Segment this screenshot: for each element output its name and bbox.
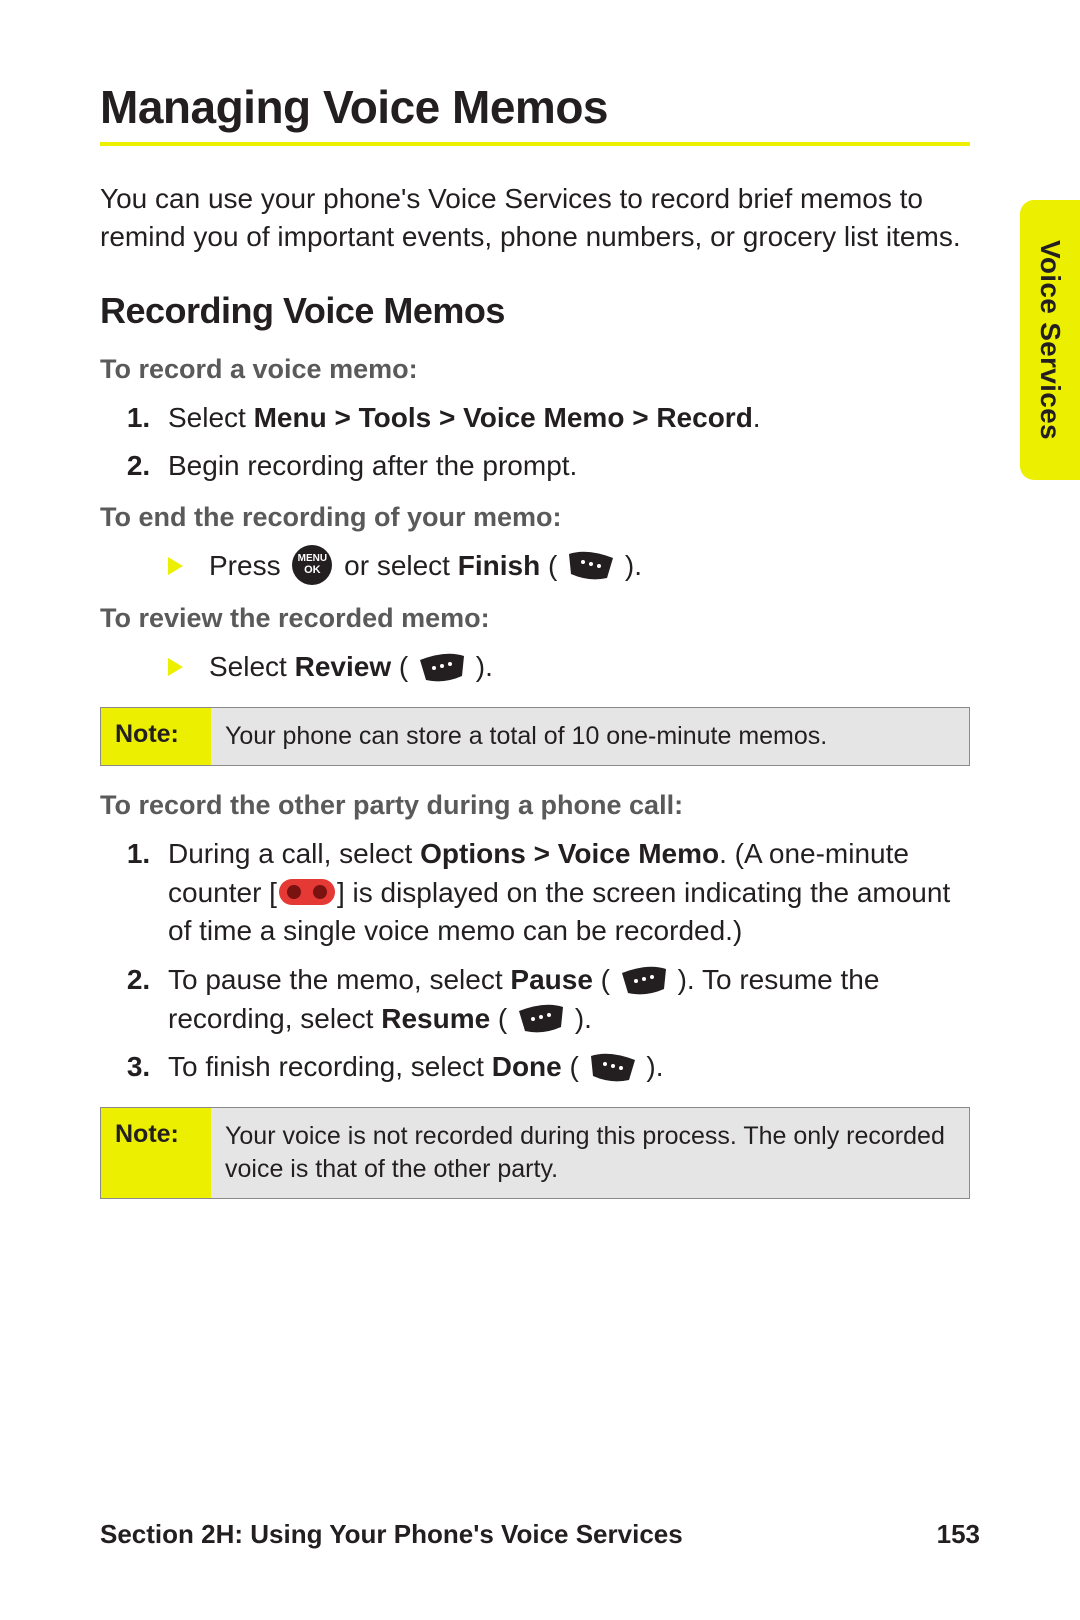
note-box: Note: Your phone can store a total of 10… xyxy=(100,707,970,766)
footer-section: Section 2H: Using Your Phone's Voice Ser… xyxy=(100,1519,683,1550)
step: During a call, select Options > Voice Me… xyxy=(158,835,958,951)
note-text: Your voice is not recorded during this p… xyxy=(211,1108,969,1198)
left-softkey-icon xyxy=(517,1003,565,1033)
section-title: Recording Voice Memos xyxy=(100,290,1000,332)
footer-page-number: 153 xyxy=(937,1519,980,1550)
left-softkey-icon xyxy=(620,965,668,995)
note-label: Note: xyxy=(101,708,211,765)
title-rule xyxy=(100,142,970,146)
left-softkey-icon xyxy=(418,652,466,682)
step: To pause the memo, select Pause ( ). To … xyxy=(158,961,958,1038)
steps-record-memo: Select Menu > Tools > Voice Memo > Recor… xyxy=(158,399,1000,486)
right-softkey-icon xyxy=(567,550,615,580)
note-box: Note: Your voice is not recorded during … xyxy=(100,1107,970,1199)
bullet-review-memo: Select Review ( ). xyxy=(168,648,968,687)
note-text: Your phone can store a total of 10 one-m… xyxy=(211,708,969,765)
page-content: Managing Voice Memos You can use your ph… xyxy=(0,0,1080,1620)
step: To finish recording, select Done ( ). xyxy=(158,1048,958,1087)
intro-paragraph: You can use your phone's Voice Services … xyxy=(100,180,970,256)
page-title: Managing Voice Memos xyxy=(100,80,1000,134)
note-label: Note: xyxy=(101,1108,211,1198)
right-softkey-icon xyxy=(589,1052,637,1082)
triangle-bullet-icon xyxy=(168,557,183,575)
triangle-bullet-icon xyxy=(168,658,183,676)
steps-record-other-party: During a call, select Options > Voice Me… xyxy=(158,835,1000,1087)
step: Begin recording after the prompt. xyxy=(158,447,958,486)
bullet-end-recording: Press MENU OK or select Finish ( ). xyxy=(168,547,968,588)
task-end-recording: To end the recording of your memo: xyxy=(100,502,1000,533)
counter-icon xyxy=(279,879,335,905)
menu-ok-button-icon: MENU OK xyxy=(292,545,332,585)
task-review-memo: To review the recorded memo: xyxy=(100,603,1000,634)
task-record-memo: To record a voice memo: xyxy=(100,354,1000,385)
page-footer: Section 2H: Using Your Phone's Voice Ser… xyxy=(100,1519,980,1550)
task-record-other-party: To record the other party during a phone… xyxy=(100,790,1000,821)
step: Select Menu > Tools > Voice Memo > Recor… xyxy=(158,399,958,438)
